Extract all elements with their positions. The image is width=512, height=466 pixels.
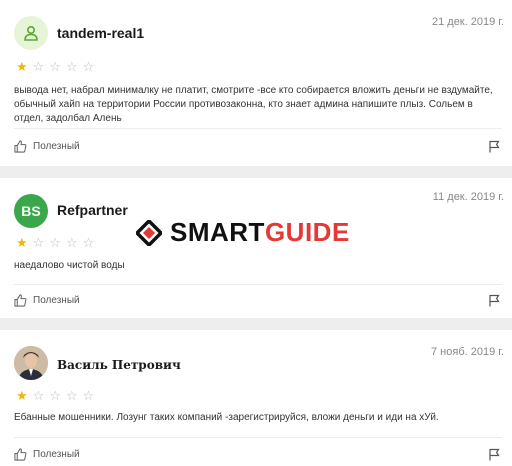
username[interactable]: Refpartner [57, 202, 128, 218]
flag-icon [489, 294, 500, 307]
review-card: tandem-real1 21 дек. 2019 г. ★ ☆ ☆ ☆ ☆ в… [0, 0, 512, 166]
thumb-up-icon [14, 448, 27, 461]
divider [14, 284, 502, 285]
star-empty-icon: ☆ [65, 59, 78, 74]
star-empty-icon: ☆ [49, 235, 61, 250]
useful-label: Полезный [33, 141, 80, 152]
review-separator [0, 166, 512, 178]
review-text: вывода нет, набрал минималку не платит, … [14, 85, 493, 124]
rating-stars: ★ ☆ ☆ ☆ ☆ [16, 389, 94, 402]
useful-button[interactable]: Полезный [14, 294, 80, 307]
star-empty-icon: ☆ [49, 388, 61, 403]
star-filled-icon: ★ [16, 235, 28, 250]
username[interactable]: tandem-real1 [57, 25, 144, 41]
report-button[interactable] [488, 448, 500, 466]
avatar[interactable] [14, 346, 48, 380]
review-separator [0, 318, 512, 330]
star-filled-icon: ★ [16, 388, 28, 403]
star-empty-icon: ☆ [32, 235, 45, 250]
rating-stars: ★ ☆ ☆ ☆ ☆ [16, 60, 94, 73]
avatar-initials: BS [21, 203, 41, 219]
review-date: 7 нояб. 2019 г. [431, 346, 504, 358]
smartguide-logo: SMARTGUIDE [136, 217, 350, 248]
review-text: Ебанные мошенники. Лозунг таких компаний… [14, 412, 439, 423]
avatar[interactable]: BS [14, 194, 48, 228]
star-empty-icon: ☆ [32, 388, 45, 403]
divider [14, 128, 502, 129]
thumb-up-icon [14, 294, 27, 307]
rating-stars: ★ ☆ ☆ ☆ ☆ [16, 236, 94, 249]
useful-button[interactable]: Полезный [14, 140, 80, 153]
person-photo-icon [14, 346, 48, 380]
star-empty-icon: ☆ [65, 388, 78, 403]
avatar[interactable] [14, 16, 48, 50]
flag-icon [489, 140, 500, 153]
logo-text-guide: GUIDE [264, 217, 350, 247]
star-empty-icon: ☆ [32, 59, 45, 74]
star-empty-icon: ☆ [65, 235, 78, 250]
star-empty-icon: ☆ [82, 59, 95, 74]
review-text: наедалово чистой воды [14, 260, 125, 271]
smartguide-mark-icon [136, 219, 162, 246]
user-icon [24, 25, 38, 41]
review-date: 11 дек. 2019 г. [432, 191, 504, 203]
thumb-up-icon [14, 140, 27, 153]
review-date: 21 дек. 2019 г. [431, 16, 504, 28]
divider [14, 437, 502, 438]
logo-text-smart: SMART [170, 217, 265, 247]
review-card: BS Refpartner 11 дек. 2019 г. ★ ☆ ☆ ☆ ☆ … [0, 178, 512, 318]
report-button[interactable] [488, 294, 500, 312]
star-empty-icon: ☆ [82, 388, 95, 403]
star-empty-icon: ☆ [82, 235, 95, 250]
star-filled-icon: ★ [16, 59, 28, 74]
flag-icon [489, 448, 500, 461]
logo-text: SMARTGUIDE [170, 217, 350, 248]
star-empty-icon: ☆ [49, 59, 61, 74]
report-button[interactable] [488, 140, 500, 158]
useful-button[interactable]: Полезный [14, 448, 80, 461]
useful-label: Полезный [33, 295, 80, 306]
username[interactable]: Василь Петрович [57, 358, 181, 372]
useful-label: Полезный [33, 449, 80, 460]
review-card: Василь Петрович 7 нояб. 2019 г. ★ ☆ ☆ ☆ … [0, 330, 512, 466]
